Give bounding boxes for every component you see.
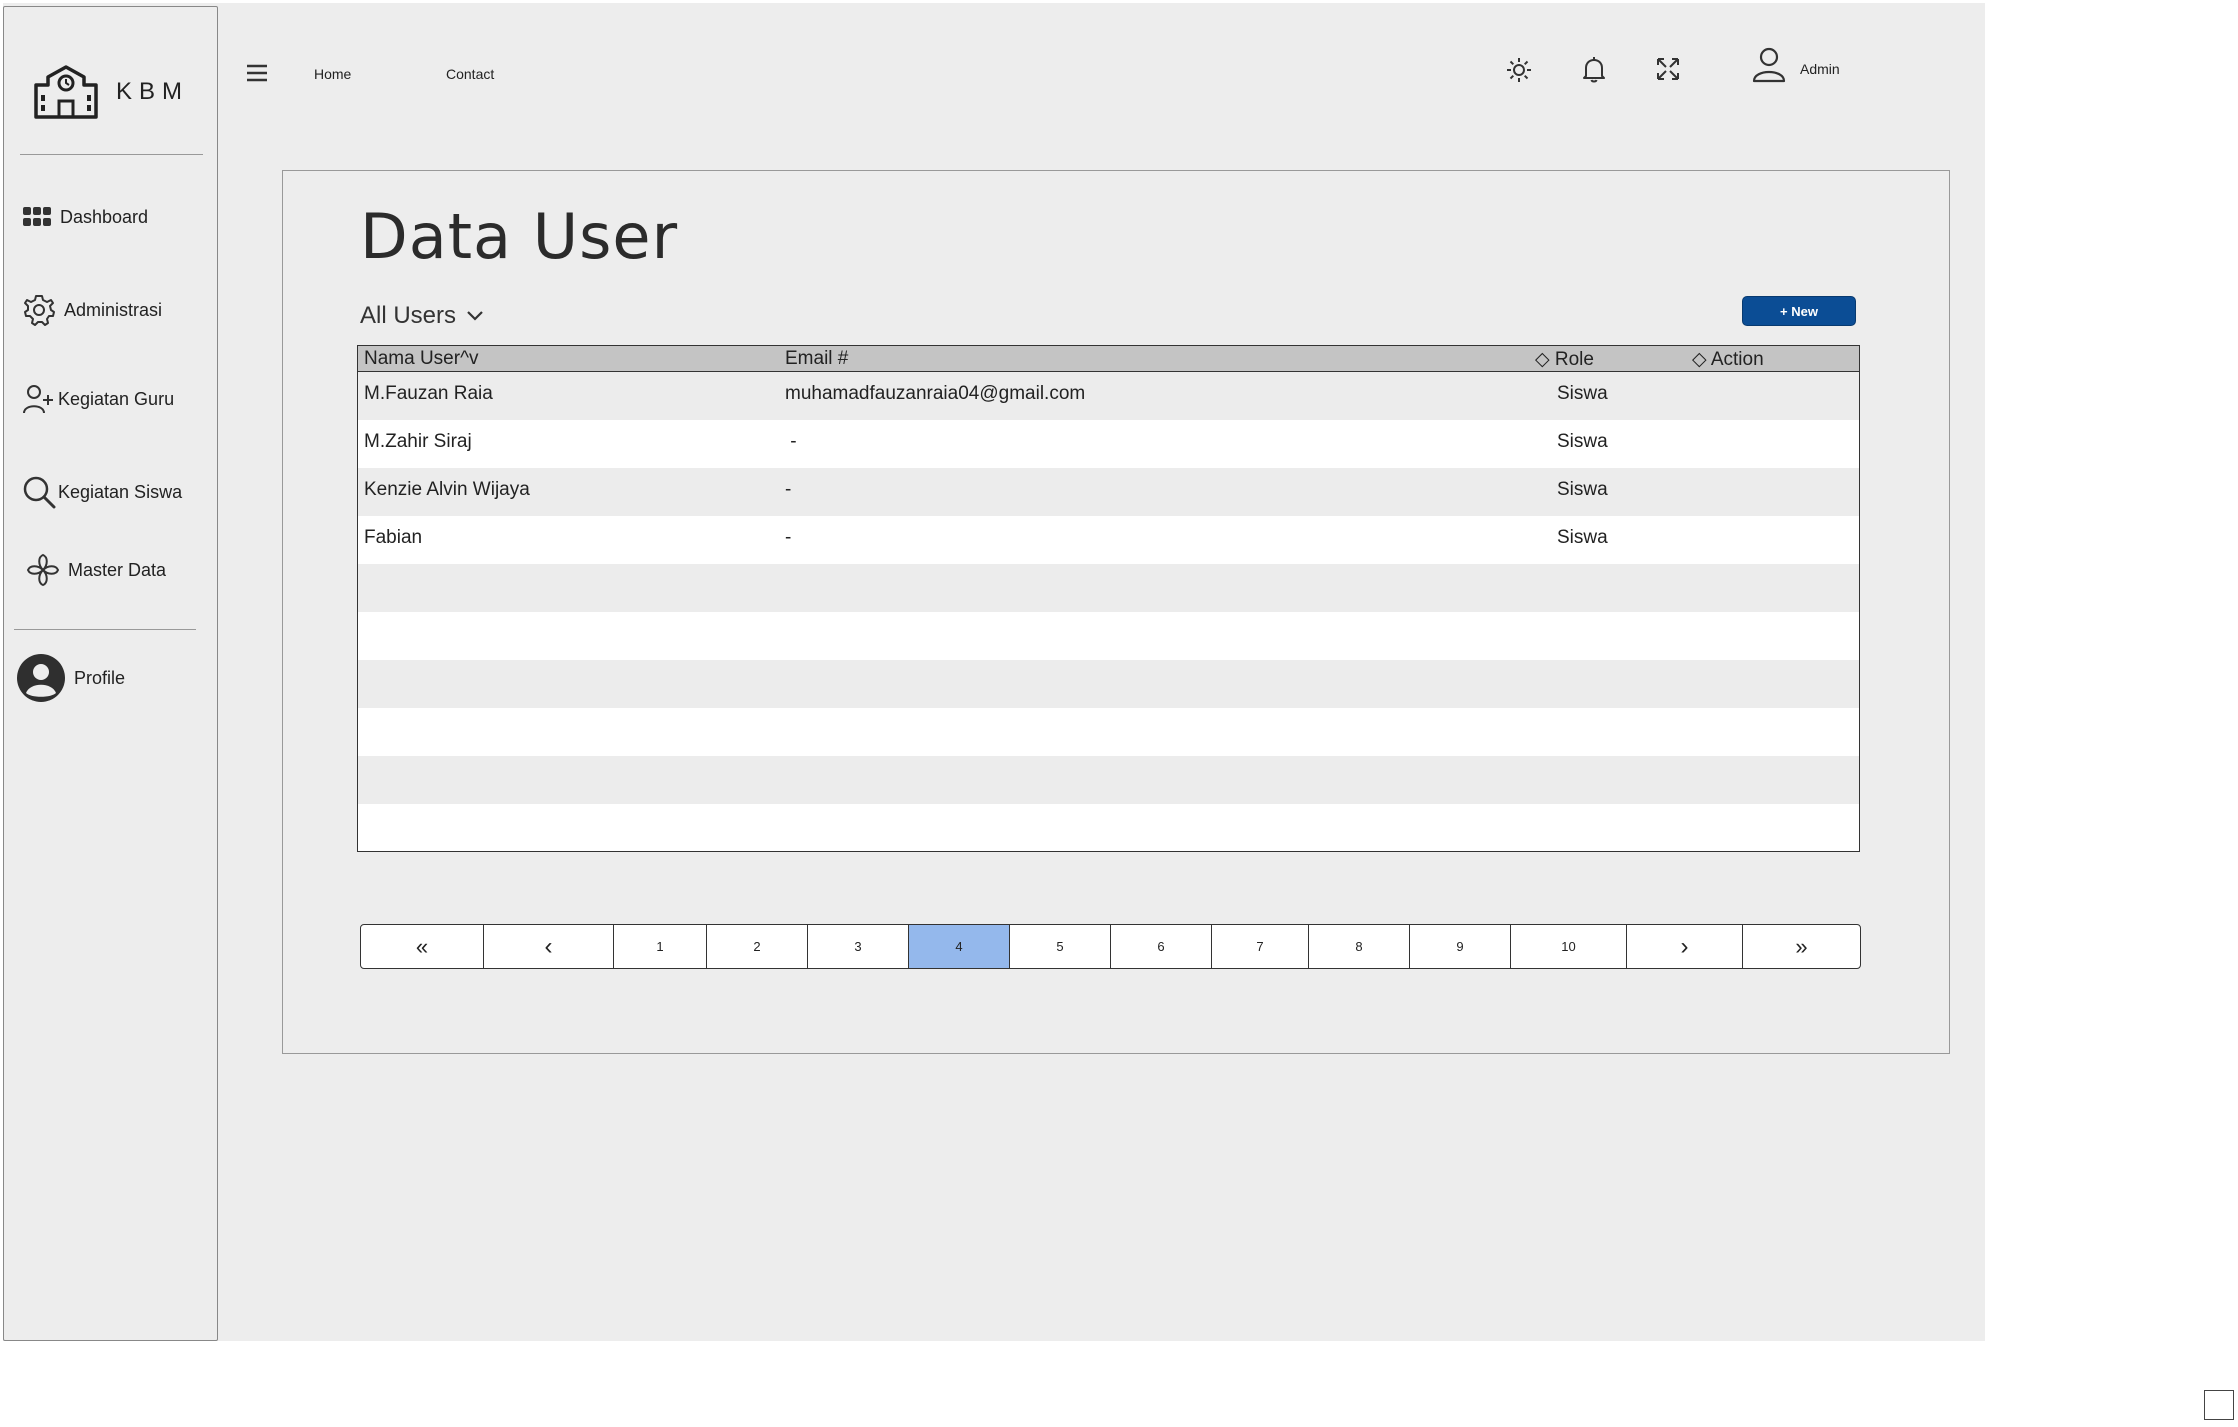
- nav-link-contact[interactable]: Contact: [446, 66, 494, 82]
- cell-email: -: [785, 479, 792, 500]
- cell-role: Siswa: [1557, 479, 1608, 500]
- column-header-action[interactable]: ◇ Action: [1692, 348, 1764, 371]
- sidebar-item-kegiatan-guru[interactable]: Kegiatan Guru: [22, 383, 174, 415]
- app-name: KBM: [116, 78, 190, 105]
- cell-role: Siswa: [1557, 431, 1608, 452]
- pagination: « ‹ 1 2 3 4 5 6 7 8 9 10 › »: [360, 924, 1861, 969]
- sidebar-item-administrasi[interactable]: Administrasi: [22, 293, 162, 327]
- theme-toggle-button[interactable]: [1506, 57, 1532, 88]
- first-page-button[interactable]: «: [361, 925, 484, 968]
- grid-icon: [23, 207, 51, 226]
- notifications-button[interactable]: [1582, 56, 1606, 89]
- cell-email: muhamadfauzanraia04@gmail.com: [785, 383, 1086, 404]
- fullscreen-button[interactable]: [1656, 57, 1680, 86]
- table-row[interactable]: Kenzie Alvin Wijaya - Siswa: [358, 468, 1859, 516]
- sidebar-item-label: Administrasi: [64, 299, 163, 320]
- column-header-name[interactable]: Nama User^v: [364, 348, 479, 370]
- cell-name: Kenzie Alvin Wijaya: [364, 479, 530, 500]
- user-name-label: Admin: [1800, 61, 1840, 77]
- page-button-4-active[interactable]: 4: [909, 925, 1010, 968]
- search-icon: [23, 476, 56, 509]
- sidebar-item-label: Profile: [74, 667, 126, 688]
- logo: KBM: [32, 63, 189, 121]
- cell-email: -: [785, 431, 797, 452]
- sidebar-item-label: Kegiatan Siswa: [58, 481, 183, 502]
- page-button-3[interactable]: 3: [808, 925, 909, 968]
- table-header: Nama User^v Email # ◇ Role ◇ Action: [358, 346, 1859, 372]
- last-page-button[interactable]: »: [1743, 925, 1860, 968]
- sidebar-item-kegiatan-siswa[interactable]: Kegiatan Siswa: [22, 475, 182, 509]
- table-row-empty: [358, 708, 1859, 756]
- table-row-empty: [358, 660, 1859, 708]
- next-page-button[interactable]: ›: [1627, 925, 1743, 968]
- table-row-empty: [358, 804, 1859, 851]
- column-header-email[interactable]: Email #: [785, 348, 848, 370]
- table-row-empty: [358, 564, 1859, 612]
- table-row[interactable]: M.Zahir Siraj - Siswa: [358, 420, 1859, 468]
- column-header-role[interactable]: ◇ Role: [1535, 348, 1594, 371]
- page-title: Data User: [360, 200, 679, 273]
- school-building-icon: [34, 65, 98, 119]
- page-button-5[interactable]: 5: [1010, 925, 1111, 968]
- user-table: Nama User^v Email # ◇ Role ◇ Action M.Fa…: [357, 345, 1860, 852]
- prev-page-button[interactable]: ‹: [484, 925, 614, 968]
- bell-icon: [1583, 57, 1605, 83]
- resize-handle[interactable]: [2204, 1390, 2234, 1420]
- pinwheel-icon: [26, 553, 60, 587]
- chevron-down-icon: [467, 311, 483, 321]
- table-row-empty: [358, 612, 1859, 660]
- sidebar-divider: [20, 154, 203, 155]
- page-button-9[interactable]: 9: [1410, 925, 1511, 968]
- menu-icon: [247, 64, 267, 82]
- user-menu-button[interactable]: [1752, 47, 1786, 88]
- page-button-6[interactable]: 6: [1111, 925, 1212, 968]
- filter-label: All Users: [360, 302, 457, 329]
- sidebar-item-dashboard[interactable]: Dashboard: [22, 205, 148, 229]
- cell-name: M.Zahir Siraj: [364, 431, 472, 452]
- table-row[interactable]: M.Fauzan Raia muhamadfauzanraia04@gmail.…: [358, 372, 1859, 420]
- cell-name: Fabian: [364, 527, 423, 548]
- cell-role: Siswa: [1557, 383, 1608, 404]
- sidebar-item-label: Dashboard: [60, 206, 149, 227]
- page-button-2[interactable]: 2: [707, 925, 808, 968]
- cell-role: Siswa: [1557, 527, 1608, 548]
- sidebar-item-master-data[interactable]: Master Data: [26, 553, 166, 587]
- user-icon: [1752, 47, 1786, 83]
- page-button-8[interactable]: 8: [1309, 925, 1410, 968]
- sidebar-item-label: Master Data: [68, 559, 167, 580]
- new-user-button[interactable]: + New: [1742, 296, 1856, 326]
- gear-icon: [24, 295, 55, 326]
- user-plus-icon: [23, 385, 53, 414]
- sidebar-item-profile[interactable]: Profile: [16, 653, 125, 703]
- sun-icon: [1507, 58, 1531, 82]
- sidebar: KBM Dashboard Administrasi Kegiatan Guru…: [3, 6, 218, 1341]
- table-row[interactable]: Fabian - Siswa: [358, 516, 1859, 564]
- cell-email: -: [785, 527, 792, 548]
- nav-link-home[interactable]: Home: [314, 66, 351, 82]
- page-button-10[interactable]: 10: [1511, 925, 1627, 968]
- fullscreen-icon: [1657, 58, 1679, 80]
- sidebar-divider: [14, 629, 196, 630]
- menu-toggle-button[interactable]: [246, 63, 268, 88]
- page-button-7[interactable]: 7: [1212, 925, 1309, 968]
- page-button-1[interactable]: 1: [614, 925, 707, 968]
- user-filter-dropdown[interactable]: All Users: [360, 302, 484, 330]
- sidebar-item-label: Kegiatan Guru: [58, 388, 175, 409]
- table-row-empty: [358, 756, 1859, 804]
- avatar-icon: [17, 654, 65, 702]
- cell-name: M.Fauzan Raia: [364, 383, 493, 404]
